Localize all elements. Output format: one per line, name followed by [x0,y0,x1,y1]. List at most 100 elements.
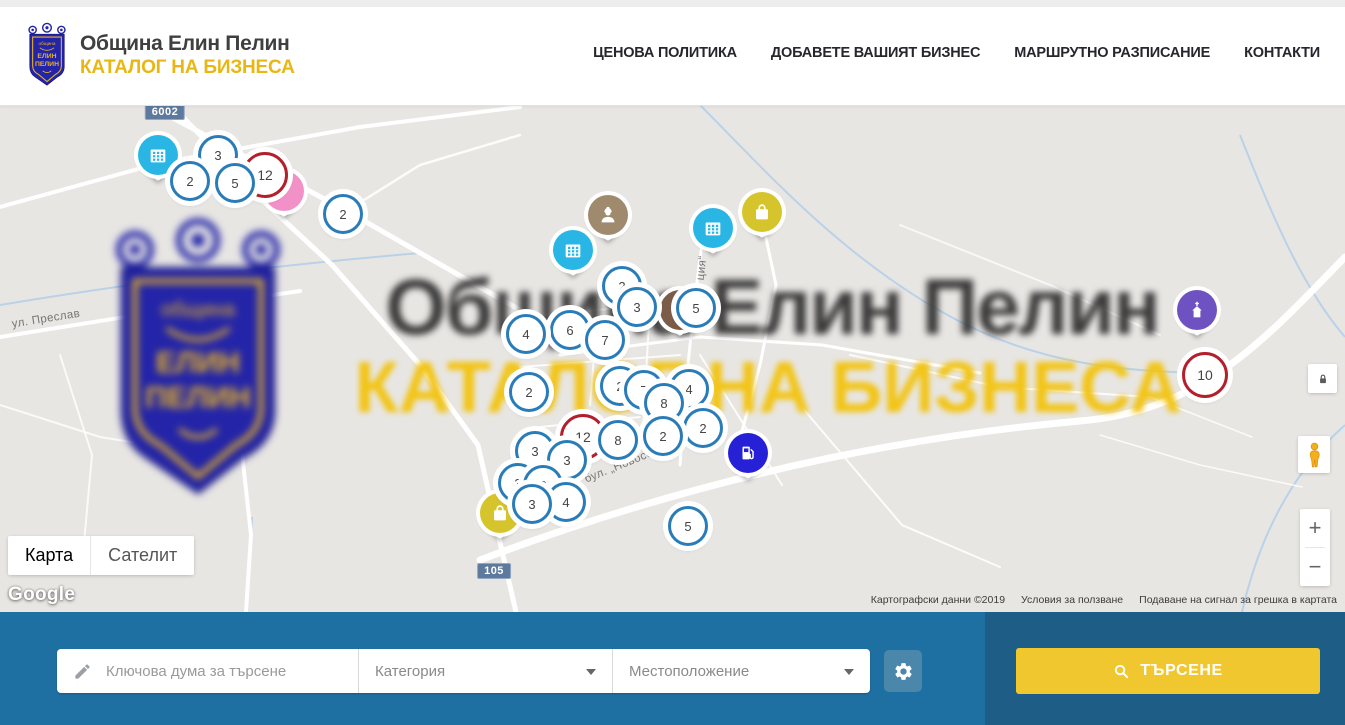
search-bar: Категория Местоположение ТЪРСЕНЕ [0,612,1345,725]
gear-icon [893,661,914,682]
category-select-value: Категория [375,663,445,680]
site-title: Община Елин Пелин [80,32,295,56]
cluster-count: 4 [685,382,692,397]
worker-icon [588,195,628,235]
cluster-marker[interactable]: 2 [170,161,210,201]
cluster-count: 10 [1197,367,1213,383]
logo[interactable]: община ЕЛИН ПЕЛИН Община Елин Пелин КАТА… [24,22,295,88]
cluster-count: 2 [186,174,193,189]
keyword-field-section [57,649,358,693]
cluster-marker[interactable]: 5 [215,163,255,203]
satellite-view-button[interactable]: Сателит [90,536,194,575]
shopping-bag-icon [742,192,782,232]
nav-item-pricing[interactable]: ЦЕНОВА ПОЛИТИКА [593,45,737,61]
cluster-count: 4 [562,495,569,510]
map-lock-button[interactable] [1308,364,1337,393]
fuel-pump-icon [728,433,768,473]
search-icon [1113,663,1130,680]
road-label: 105 [477,563,511,579]
cluster-count: 3 [531,444,538,459]
map-view-button[interactable]: Карта [8,536,90,575]
shopping-pin[interactable] [742,192,782,232]
cluster-count: 3 [633,300,640,315]
watermark-crest: община ЕЛИН ПЕЛИН [85,215,311,505]
church-pin[interactable] [1177,290,1217,330]
cluster-marker[interactable]: 6 [550,310,590,350]
cluster-count: 5 [692,301,699,316]
zoom-out-button[interactable]: − [1300,548,1330,586]
location-select-value: Местоположение [629,663,749,680]
fuel-station-pin[interactable] [728,433,768,473]
factory-pin[interactable] [553,230,593,270]
svg-text:община: община [39,41,56,46]
cluster-count: 2 [616,379,623,394]
watermark-title: Община Елин Пелин [385,261,1158,353]
attribution-report-error-link[interactable]: Подаване на сигнал за грешка в картата [1139,594,1337,606]
road-label: 6002 [145,105,185,120]
cluster-count: 2 [699,421,706,436]
advanced-search-button[interactable] [884,650,922,692]
nav-item-contacts[interactable]: КОНТАКТИ [1244,45,1320,61]
cluster-count: 8 [614,433,621,448]
construction-pin[interactable] [588,195,628,235]
keyword-search-input[interactable] [104,662,338,681]
svg-text:ЕЛИН: ЕЛИН [37,53,56,60]
nav-item-schedule[interactable]: МАРШРУТНО РАЗПИСАНИЕ [1014,45,1210,61]
street-view-pegman-button[interactable] [1298,436,1330,473]
factory-pin[interactable] [138,135,178,175]
svg-text:ПЕЛИН: ПЕЛИН [35,61,59,68]
cluster-count: 3 [563,453,570,468]
map-attribution: Картографски данни ©2019Условия за ползв… [871,594,1337,606]
cluster-marker[interactable]: 7 [585,320,625,360]
cluster-marker[interactable]: 8 [598,420,638,460]
municipality-crest-icon: община ЕЛИН ПЕЛИН [24,22,70,88]
svg-text:ПЕЛИН: ПЕЛИН [145,381,251,414]
cluster-marker[interactable]: 2 [323,194,363,234]
cluster-marker[interactable]: 3 [512,484,552,524]
cluster-count: 5 [231,176,238,191]
search-fields-group: Категория Местоположение [57,649,870,693]
cluster-count: 12 [257,167,273,183]
cluster-marker[interactable]: 2 [683,408,723,448]
cluster-count: 7 [601,333,608,348]
cluster-count: 5 [684,519,691,534]
cluster-count: 2 [339,207,346,222]
cluster-marker[interactable]: 4 [506,314,546,354]
cluster-marker[interactable]: 3 [617,287,657,327]
cluster-marker[interactable]: 2 [509,372,549,412]
header: община ЕЛИН ПЕЛИН Община Елин Пелин КАТА… [0,0,1345,106]
google-logo[interactable]: Google [8,584,75,606]
search-button-label: ТЪРСЕНЕ [1140,662,1223,680]
main-nav: ЦЕНОВА ПОЛИТИКА ДОБАВЕТЕ ВАШИЯТ БИЗНЕС МАР… [593,0,1320,105]
cluster-marker[interactable]: 4 [546,482,586,522]
lock-icon [1316,372,1330,386]
factory-icon [693,208,733,248]
cluster-marker[interactable]: 10 [1182,352,1228,398]
location-select[interactable]: Местоположение [612,649,870,693]
zoom-in-button[interactable]: + [1300,509,1330,547]
factory-pin[interactable] [693,208,733,248]
watermark-subtitle: КАТАЛОГ НА БИЗНЕСА [355,347,1182,429]
svg-text:ЕЛИН: ЕЛИН [156,347,240,380]
cluster-count: 2 [525,385,532,400]
pencil-icon [73,662,92,681]
map-canvas[interactable]: 6002105 ул. Преславбул. „Новоселция“ общ… [0,105,1345,612]
chevron-down-icon [844,669,854,675]
zoom-control: + − [1300,509,1330,586]
cluster-count: 8 [660,396,667,411]
site-subtitle: КАТАЛОГ НА БИЗНЕСА [80,57,295,79]
search-button[interactable]: ТЪРСЕНЕ [1016,648,1320,694]
nav-item-add-business[interactable]: ДОБАВЕТЕ ВАШИЯТ БИЗНЕС [771,45,980,61]
cluster-marker[interactable]: 5 [676,288,716,328]
cluster-marker[interactable]: 2 [643,416,683,456]
attribution-terms-link[interactable]: Условия за ползване [1021,594,1123,606]
cluster-count: 3 [214,148,221,163]
cluster-count: 6 [566,323,573,338]
pegman-icon [1306,442,1323,468]
category-select[interactable]: Категория [358,649,612,693]
map-type-control: Карта Сателит [8,536,194,575]
cluster-marker[interactable]: 5 [668,506,708,546]
cluster-count: 3 [528,497,535,512]
chevron-down-icon [586,669,596,675]
church-icon [1177,290,1217,330]
